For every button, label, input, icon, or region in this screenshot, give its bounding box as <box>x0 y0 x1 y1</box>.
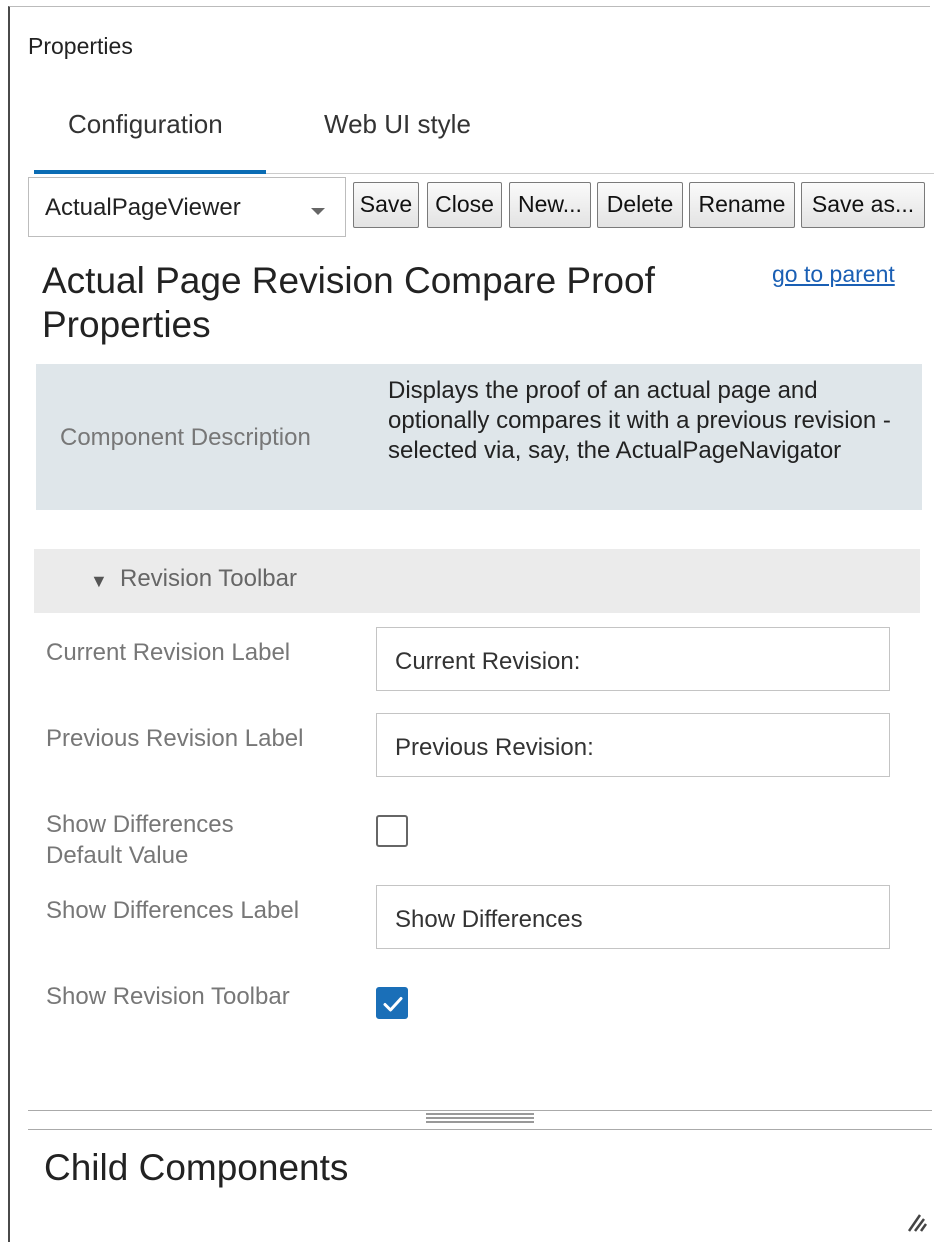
panel-title: Properties <box>28 33 133 59</box>
component-description-label: Component Description <box>60 424 311 451</box>
component-description-text: Displays the proof of an actual page and… <box>388 377 891 464</box>
section-title: Revision Toolbar <box>120 565 297 592</box>
triangle-down-icon: ▼ <box>90 571 108 591</box>
tab-configuration[interactable]: Configuration <box>68 109 223 140</box>
current-revision-input[interactable]: Current Revision: <box>376 627 890 691</box>
chevron-down-icon <box>311 208 325 215</box>
splitter-bottom-line <box>28 1129 932 1130</box>
show-differences-default-label: Show Differences Default Value <box>46 811 234 869</box>
splitter-grip-icon[interactable] <box>426 1113 534 1127</box>
view-select[interactable]: ActualPageViewer <box>28 177 346 237</box>
resize-handle-icon[interactable] <box>906 1211 928 1233</box>
splitter-top-line <box>28 1110 932 1111</box>
go-to-parent-link[interactable]: go to parent <box>772 261 895 288</box>
properties-panel: Properties Configuration Web UI style Ac… <box>8 6 934 1242</box>
save-button[interactable]: Save <box>353 182 419 228</box>
show-revision-toolbar-checkbox[interactable] <box>376 987 408 1019</box>
tab-bar: Configuration Web UI style <box>34 95 934 174</box>
previous-revision-input[interactable]: Previous Revision: <box>376 713 890 777</box>
show-differences-label-input[interactable]: Show Differences <box>376 885 890 949</box>
close-button[interactable]: Close <box>427 182 502 228</box>
rename-button[interactable]: Rename <box>689 182 795 228</box>
save-as-button[interactable]: Save as... <box>801 182 925 228</box>
active-tab-indicator <box>34 170 266 174</box>
show-differences-label-label: Show Differences Label <box>46 897 300 924</box>
component-description: Component Description Displays the proof… <box>36 364 922 510</box>
current-revision-label: Current Revision Label <box>46 639 291 666</box>
view-select-value: ActualPageViewer <box>45 194 241 221</box>
tab-web-ui-style[interactable]: Web UI style <box>324 109 471 140</box>
new-button[interactable]: New... <box>509 182 591 228</box>
child-components-heading: Child Components <box>44 1147 349 1188</box>
revision-toolbar-section-header[interactable]: ▼ Revision Toolbar <box>34 549 920 613</box>
previous-revision-label: Previous Revision Label <box>46 725 304 752</box>
config-toolbar: ActualPageViewer Save Close New... Delet… <box>28 175 932 241</box>
show-revision-toolbar-label: Show Revision Toolbar <box>46 983 290 1010</box>
delete-button[interactable]: Delete <box>597 182 683 228</box>
checkmark-icon <box>383 997 403 1012</box>
properties-heading: Actual Page Revision Compare Proof Prope… <box>42 260 655 345</box>
show-differences-default-checkbox[interactable] <box>376 815 408 847</box>
